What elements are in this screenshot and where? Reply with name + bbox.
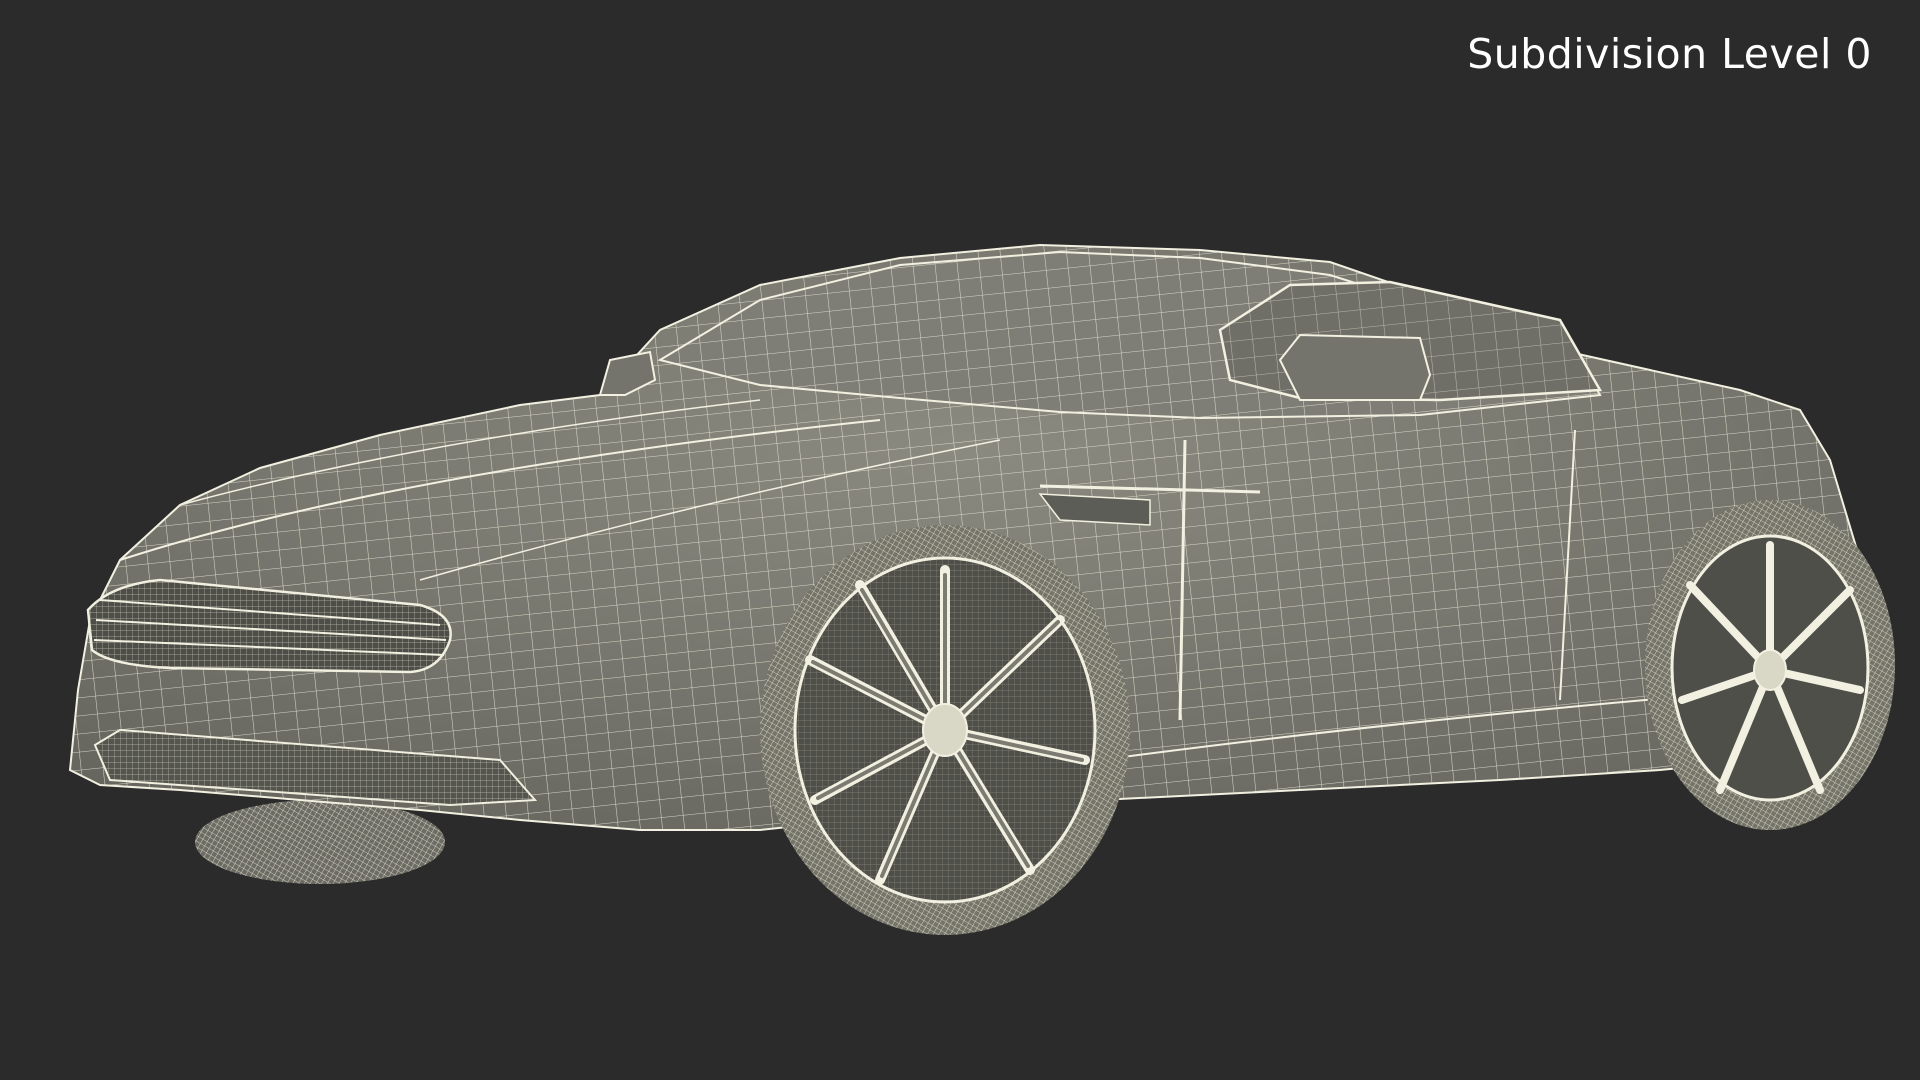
3d-viewport[interactable]: Subdivision Level 0: [0, 0, 1920, 1080]
subdivision-level-label: Subdivision Level 0: [1467, 30, 1872, 78]
rear-right-wheel: [1645, 500, 1895, 830]
rear-left-wheel: [195, 800, 445, 884]
front-right-wheel: [760, 525, 1130, 935]
car-wireframe-model: [68, 243, 1895, 935]
